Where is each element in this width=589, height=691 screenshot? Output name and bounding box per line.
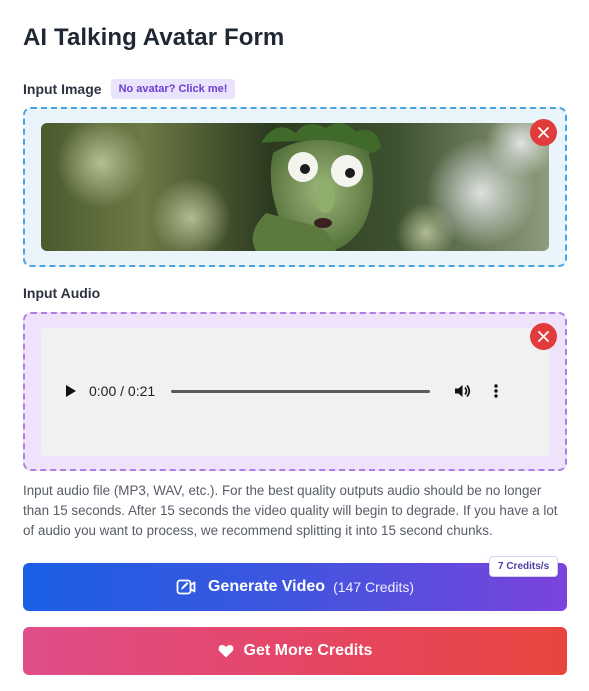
video-edit-icon: [176, 579, 196, 595]
input-audio-label: Input Audio: [23, 285, 101, 301]
input-image-label-row: Input Image No avatar? Click me!: [23, 79, 236, 99]
no-avatar-badge[interactable]: No avatar? Click me!: [110, 79, 236, 99]
generate-video-label: Generate Video: [207, 578, 326, 595]
audio-time-display: 0:00 / 0:21: [89, 383, 156, 399]
audio-player: 0:00 / 0:21: [65, 374, 533, 408]
generate-cost: (147 Credits): [333, 579, 414, 595]
get-more-credits-label: Get More Credits: [243, 642, 373, 659]
remove-image-button[interactable]: [530, 119, 557, 146]
close-icon: [538, 127, 549, 138]
input-audio-label-row: Input Audio: [23, 285, 100, 301]
heart-icon: [218, 644, 233, 658]
input-image-label: Input Image: [23, 81, 102, 97]
remove-audio-button[interactable]: [530, 323, 557, 350]
audio-player-panel: 0:00 / 0:21: [41, 328, 549, 456]
volume-icon[interactable]: [454, 383, 471, 399]
credits-rate-badge: 7 Credits/s: [489, 556, 559, 577]
image-dropzone[interactable]: [23, 107, 567, 267]
close-icon: [538, 331, 549, 342]
audio-dropzone[interactable]: 0:00 / 0:21: [23, 312, 567, 471]
more-options-icon[interactable]: [494, 384, 498, 398]
audio-help-text: Input audio file (MP3, WAV, etc.). For t…: [23, 483, 558, 538]
audio-seek-bar[interactable]: [171, 389, 431, 393]
get-more-credits-button[interactable]: Get More Credits: [23, 627, 567, 675]
generate-video-button[interactable]: Generate Video (147 Credits): [23, 563, 567, 611]
avatar-preview-image: [41, 123, 549, 251]
play-icon[interactable]: [65, 384, 77, 398]
page-title: AI Talking Avatar Form: [23, 24, 285, 51]
